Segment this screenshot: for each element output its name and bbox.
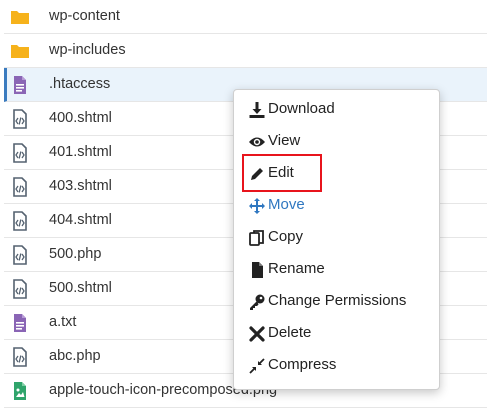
menu-item-label: Delete bbox=[268, 324, 312, 341]
file-name: 401.shtml bbox=[49, 144, 112, 160]
menu-item-download[interactable]: Download bbox=[234, 95, 439, 125]
file-name: 400.shtml bbox=[49, 110, 112, 126]
code-file-icon bbox=[13, 177, 27, 197]
file-name: a.txt bbox=[49, 314, 77, 330]
menu-item-label: View bbox=[268, 132, 301, 149]
eye-icon bbox=[249, 137, 265, 147]
document-icon bbox=[252, 262, 263, 278]
folder-icon bbox=[11, 45, 29, 58]
menu-item-label: Change Permissions bbox=[268, 292, 407, 309]
menu-item-label: Compress bbox=[268, 356, 337, 373]
compress-icon bbox=[249, 358, 265, 374]
menu-item-rename[interactable]: Rename bbox=[234, 255, 439, 285]
menu-item-view[interactable]: View bbox=[234, 127, 439, 157]
file-name: 500.php bbox=[49, 246, 102, 262]
menu-item-copy[interactable]: Copy bbox=[234, 223, 439, 253]
file-row-wp-content[interactable]: wp-content bbox=[4, 0, 487, 34]
code-file-icon bbox=[13, 245, 27, 265]
close-x-icon bbox=[249, 326, 265, 342]
folder-icon bbox=[11, 11, 29, 24]
file-name: .htaccess bbox=[49, 76, 111, 92]
text-file-icon bbox=[14, 314, 26, 332]
text-file-icon bbox=[14, 76, 26, 94]
menu-item-label: Copy bbox=[268, 228, 304, 245]
code-file-icon bbox=[13, 211, 27, 231]
code-file-icon bbox=[13, 109, 27, 129]
file-name: 403.shtml bbox=[49, 178, 112, 194]
download-icon bbox=[249, 102, 265, 118]
code-file-icon bbox=[13, 347, 27, 367]
code-file-icon bbox=[13, 143, 27, 163]
menu-item-delete[interactable]: Delete bbox=[234, 319, 439, 349]
file-name: abc.php bbox=[49, 348, 101, 364]
context-menu: Download View Edit Move Copy Rename Chan… bbox=[233, 89, 440, 390]
menu-item-change-permissions[interactable]: Change Permissions bbox=[234, 287, 439, 317]
menu-item-label: Rename bbox=[268, 260, 325, 277]
menu-item-move[interactable]: Move bbox=[234, 191, 439, 221]
copy-icon bbox=[249, 230, 264, 246]
edit-highlight-box bbox=[242, 154, 322, 192]
file-name: 404.shtml bbox=[49, 212, 112, 228]
file-name: wp-includes bbox=[49, 42, 126, 58]
menu-item-compress[interactable]: Compress bbox=[234, 351, 439, 381]
file-name: 500.shtml bbox=[49, 280, 112, 296]
move-arrows-icon bbox=[249, 198, 265, 214]
menu-item-label: Move bbox=[268, 196, 305, 213]
menu-item-label: Download bbox=[268, 100, 335, 117]
image-file-icon bbox=[14, 382, 26, 400]
file-name: wp-content bbox=[49, 8, 120, 24]
code-file-icon bbox=[13, 279, 27, 299]
key-icon bbox=[250, 294, 265, 310]
file-row-wp-includes[interactable]: wp-includes bbox=[4, 34, 487, 68]
